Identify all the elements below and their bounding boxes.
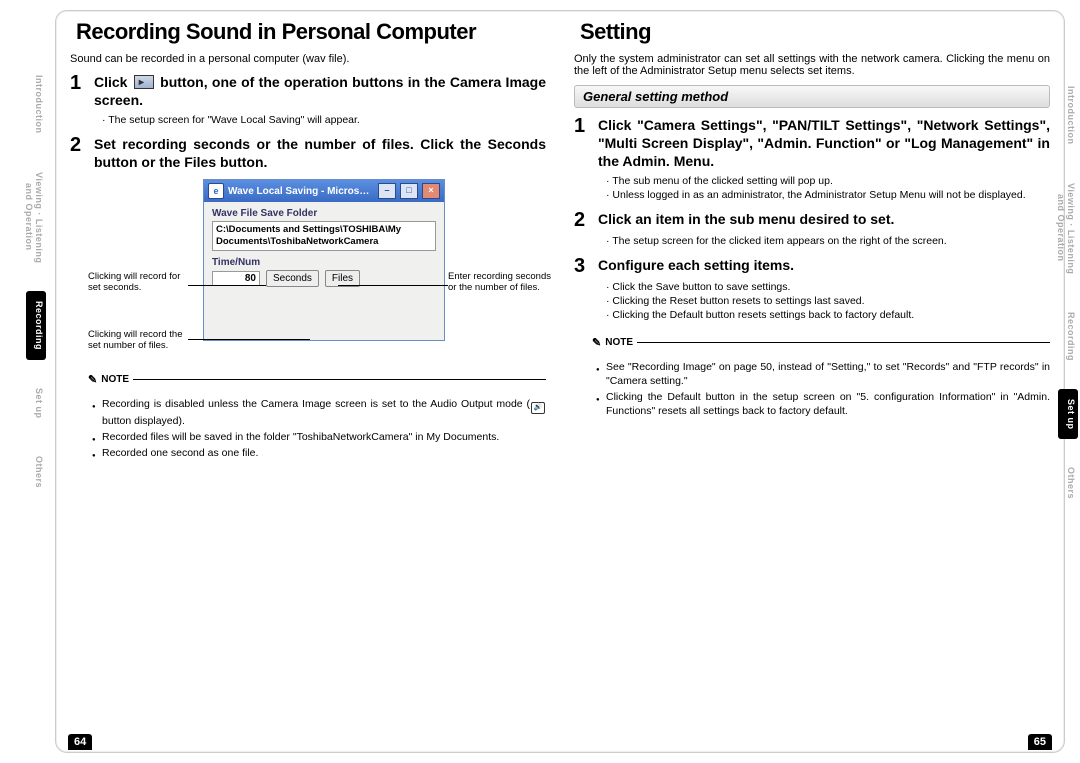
right-step-3: 3 Configure each setting items.: [574, 256, 1050, 276]
callout-enter: Enter recording seconds or the number of…: [448, 271, 553, 293]
note-item: Recording is disabled unless the Camera …: [92, 397, 546, 428]
callout-files: Clicking will record the set number of f…: [88, 329, 188, 351]
callout-line: [188, 285, 266, 286]
step-2-text: Click an item in the sub menu desired to…: [598, 210, 894, 230]
step-3-sub-a: Click the Save button to save settings.: [606, 280, 1050, 294]
step-3-text: Configure each setting items.: [598, 256, 794, 276]
left-note-list: Recording is disabled unless the Camera …: [92, 397, 546, 460]
dialog-body: Wave File Save Folder C:\Documents and S…: [204, 202, 444, 293]
note-label: NOTE: [101, 374, 129, 385]
tab-introduction: Introduction: [26, 65, 46, 144]
right-intro: Only the system administrator can set al…: [574, 53, 1050, 77]
step-3-sub-b: Clicking the Reset button resets to sett…: [606, 294, 1050, 308]
note-label: NOTE: [605, 337, 633, 348]
step-1-sub-b: Unless logged in as an administrator, th…: [606, 188, 1050, 202]
tab-recording: Recording: [26, 291, 46, 360]
step-number: 2: [70, 135, 86, 171]
right-title-bar: Setting: [574, 17, 1050, 49]
right-page: Setting Only the system administrator ca…: [560, 11, 1064, 752]
tab-others: Others: [26, 446, 46, 498]
tab-recording: Recording: [1058, 302, 1078, 371]
left-title: Recording Sound in Personal Computer: [76, 19, 476, 44]
right-note-list: See "Recording Image" on page 50, instea…: [596, 360, 1050, 418]
close-icon: ×: [422, 183, 440, 199]
right-side-tabs: Introduction Viewing · Listeningand Oper…: [1058, 76, 1078, 509]
note-item: Clicking the Default button in the setup…: [596, 390, 1050, 418]
note-header-left: NOTE: [88, 373, 546, 386]
wave-record-icon: [134, 75, 154, 89]
ie-icon: e: [208, 183, 224, 199]
tab-others: Others: [1058, 457, 1078, 509]
minimize-icon: –: [378, 183, 396, 199]
step-2-text: Set recording seconds or the number of f…: [94, 135, 546, 171]
step-number: 1: [70, 73, 86, 109]
speaker-icon: 🔊: [531, 402, 545, 414]
right-step-2: 2 Click an item in the sub menu desired …: [574, 210, 1050, 230]
note-header-right: NOTE: [592, 336, 1050, 349]
step-1-sub-a: The sub menu of the clicked setting will…: [606, 174, 1050, 188]
page-number-left: 64: [68, 734, 92, 750]
right-title: Setting: [580, 19, 651, 44]
dialog-titlebar: e Wave Local Saving - Microsoft I… – □ ×: [204, 180, 444, 202]
step-1-sub: The setup screen for "Wave Local Saving"…: [102, 113, 546, 127]
step-number: 2: [574, 210, 590, 230]
tab-setup: Set up: [26, 378, 46, 429]
left-page: Recording Sound in Personal Computer Sou…: [56, 11, 560, 752]
step-number: 3: [574, 256, 590, 276]
left-title-bar: Recording Sound in Personal Computer: [70, 17, 546, 49]
maximize-icon: □: [400, 183, 418, 199]
step-1-text: Click "Camera Settings", "PAN/TILT Setti…: [598, 116, 1050, 170]
folder-label: Wave File Save Folder: [212, 208, 436, 219]
step-number: 1: [574, 116, 590, 170]
folder-path-field: C:\Documents and Settings\TOSHIBA\My Doc…: [212, 221, 436, 251]
left-step-1: 1 Click button, one of the operation but…: [70, 73, 546, 109]
callout-line: [188, 339, 310, 340]
note-item: See "Recording Image" on page 50, instea…: [596, 360, 1050, 388]
callout-seconds: Clicking will record for set seconds.: [88, 271, 188, 293]
pencil-icon: [88, 373, 97, 386]
dialog-title-text: Wave Local Saving - Microsoft I…: [228, 186, 374, 197]
tab-viewing: Viewing · Listeningand Operation: [26, 162, 46, 273]
tab-setup: Set up: [1058, 389, 1078, 440]
step-3-sub-c: Clicking the Default button resets setti…: [606, 308, 1050, 322]
right-step-1: 1 Click "Camera Settings", "PAN/TILT Set…: [574, 116, 1050, 170]
step-2-sub: The setup screen for the clicked item ap…: [606, 234, 1050, 248]
tab-introduction: Introduction: [1058, 76, 1078, 155]
left-intro: Sound can be recorded in a personal comp…: [70, 53, 546, 65]
timenum-label: Time/Num: [212, 257, 436, 268]
pencil-icon: [592, 336, 601, 349]
page-number-right: 65: [1028, 734, 1052, 750]
note-item: Recorded one second as one file.: [92, 446, 546, 460]
wave-local-saving-dialog: e Wave Local Saving - Microsoft I… – □ ×…: [203, 179, 445, 341]
left-step-2: 2 Set recording seconds or the number of…: [70, 135, 546, 171]
callout-line: [338, 285, 448, 286]
tab-viewing: Viewing · Listeningand Operation: [1058, 173, 1078, 284]
step-1-text: Click button, one of the operation butto…: [94, 73, 546, 109]
left-side-tabs: Introduction Viewing · Listeningand Oper…: [26, 65, 46, 498]
seconds-button: Seconds: [266, 270, 319, 287]
note-item: Recorded files will be saved in the fold…: [92, 430, 546, 444]
general-setting-method-header: General setting method: [574, 85, 1050, 108]
dialog-illustration: e Wave Local Saving - Microsoft I… – □ ×…: [98, 179, 546, 359]
timenum-value: 80: [212, 271, 260, 286]
page-spread: Recording Sound in Personal Computer Sou…: [55, 10, 1065, 753]
